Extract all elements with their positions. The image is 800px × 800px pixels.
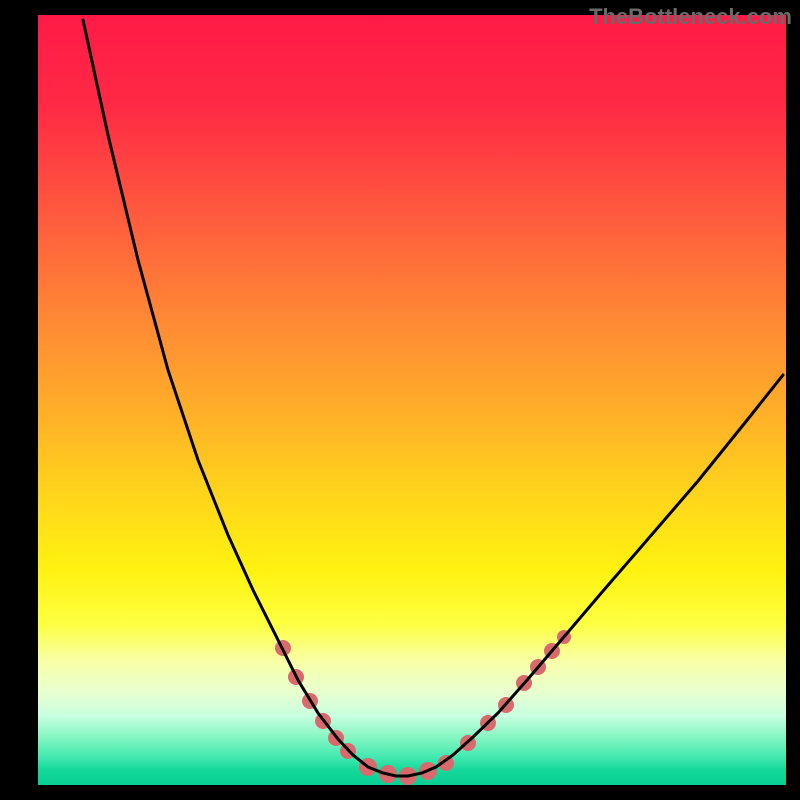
markers-layer bbox=[275, 630, 571, 785]
chart-svg bbox=[38, 15, 786, 785]
watermark: TheBottleneck.com bbox=[589, 4, 792, 30]
curve-main bbox=[83, 20, 783, 776]
chart-area bbox=[38, 15, 786, 785]
